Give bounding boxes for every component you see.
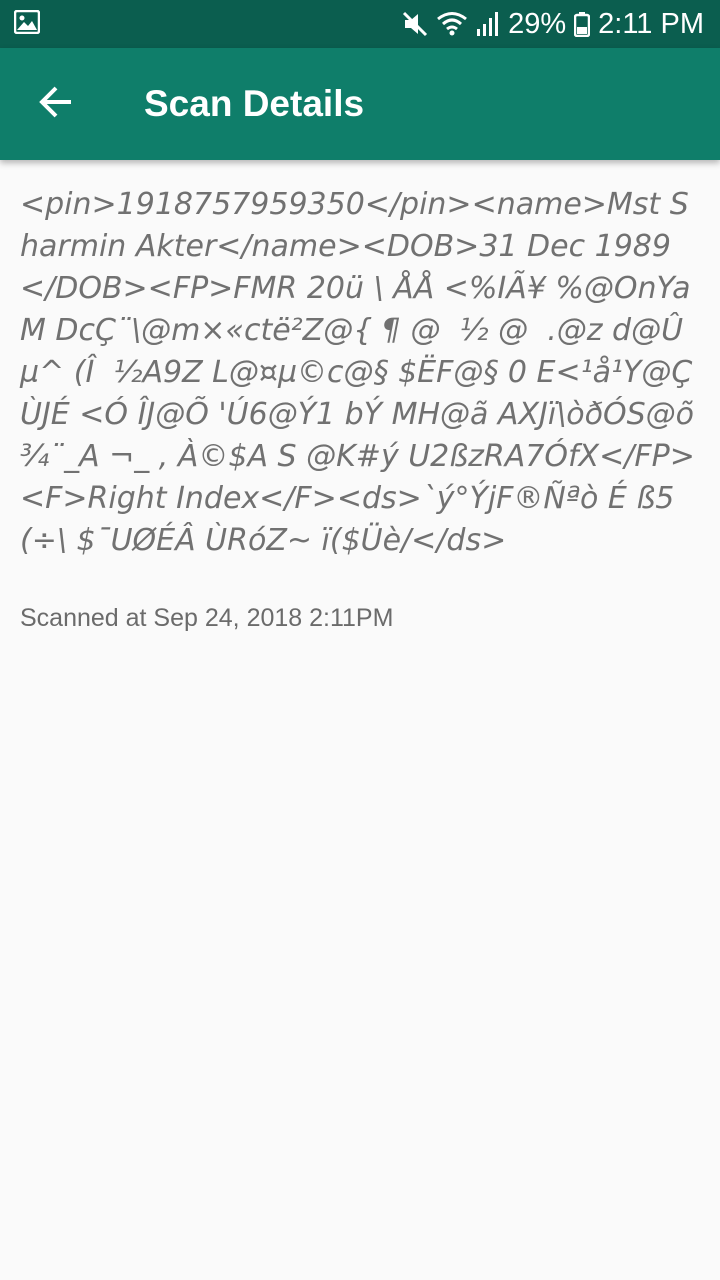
image-icon [13, 9, 41, 39]
app-bar: Scan Details [0, 48, 720, 160]
battery-percent: 29% [508, 7, 567, 40]
scan-timestamp: Scanned at Sep 24, 2018 2:11PM [20, 604, 394, 632]
status-right: 29% 2:11 PM [402, 8, 704, 41]
status-left [13, 9, 41, 39]
arrow-back-icon [38, 84, 74, 125]
scan-content-text: <pin>1918757959350</pin><name>Mst Sharmi… [20, 187, 702, 558]
scan-details-content: <pin>1918757959350</pin><name>Mst Sharmi… [20, 184, 700, 633]
back-button[interactable] [0, 48, 112, 160]
status-bar: 29% 2:11 PM [0, 0, 720, 48]
signal-icon [476, 11, 500, 37]
mute-icon [402, 11, 428, 37]
page-title: Scan Details [144, 83, 365, 124]
battery-icon [574, 11, 591, 37]
wifi-icon [436, 11, 468, 37]
status-time: 2:11 PM [598, 7, 704, 40]
